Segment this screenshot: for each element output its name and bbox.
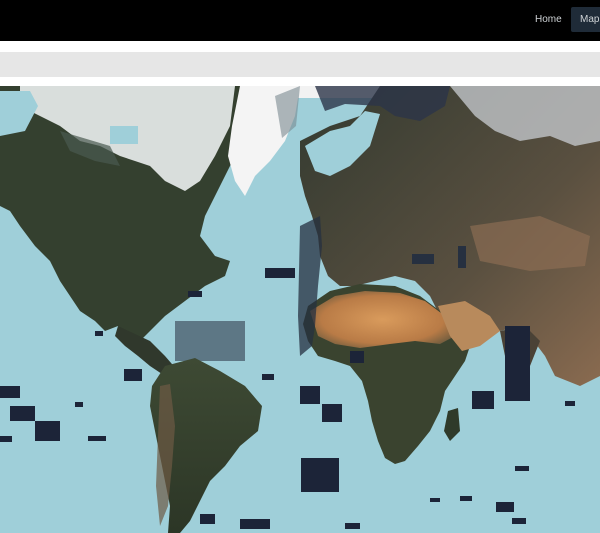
- world-map[interactable]: [0, 86, 600, 533]
- top-navbar: Home Map: [0, 0, 600, 41]
- black-sea: [412, 254, 434, 264]
- tile: [505, 326, 530, 401]
- tile: [0, 386, 20, 398]
- tile: [430, 498, 440, 502]
- tile: [300, 386, 320, 404]
- tile: [512, 518, 526, 524]
- tile: [460, 496, 472, 501]
- tile: [240, 519, 270, 529]
- tile: [0, 436, 12, 442]
- tile: [345, 523, 360, 529]
- tile: [301, 458, 339, 492]
- caribbean-tiles: [175, 321, 245, 361]
- tile: [472, 391, 494, 409]
- hudson-bay: [110, 126, 138, 144]
- tile: [35, 421, 60, 441]
- satellite-map-svg: [0, 86, 600, 533]
- tile: [10, 406, 35, 421]
- map-toolbar: [0, 52, 600, 77]
- caspian-sea: [458, 246, 466, 268]
- tile: [350, 351, 364, 363]
- tile: [88, 436, 106, 441]
- tile: [265, 268, 295, 278]
- tile: [262, 374, 274, 380]
- nav-home-link[interactable]: Home: [527, 7, 570, 32]
- nav-map-link[interactable]: Map: [571, 7, 600, 32]
- tile: [515, 466, 529, 471]
- tile: [124, 369, 142, 381]
- tile: [565, 401, 575, 406]
- tile: [188, 291, 202, 297]
- tile: [496, 502, 514, 512]
- tile: [75, 402, 83, 407]
- tile: [95, 331, 103, 336]
- tile: [322, 404, 342, 422]
- tile: [200, 514, 215, 524]
